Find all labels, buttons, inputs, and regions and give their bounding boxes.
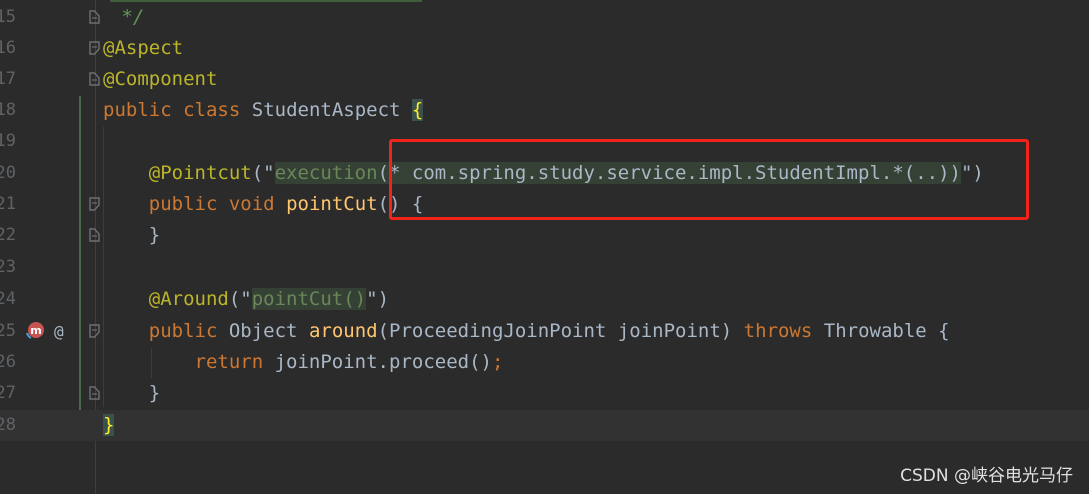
code-text: public void pointCut() {: [148, 193, 424, 215]
fold-end-icon[interactable]: [89, 72, 100, 86]
line-number: 21: [0, 194, 16, 214]
svg-text:m: m: [30, 324, 41, 337]
code-line[interactable]: 25 m @ public Object around(ProceedingJo…: [0, 316, 1089, 347]
line-number: 26: [0, 352, 16, 372]
line-number: 25: [0, 321, 16, 341]
code-text: public class StudentAspect {: [103, 99, 424, 121]
annotation-gutter-icon[interactable]: @: [54, 316, 64, 347]
code-text: return joinPoint.proceed();: [194, 351, 504, 373]
code-line[interactable]: 15 */: [0, 2, 1089, 33]
code-text: }: [148, 224, 161, 246]
code-line-current[interactable]: 28 }: [0, 410, 1089, 441]
watermark: CSDN @峡谷电光马仔: [900, 466, 1073, 486]
line-number: 19: [0, 131, 16, 151]
line-number: 17: [0, 69, 16, 89]
fold-end-icon[interactable]: [89, 228, 100, 242]
fold-end-icon[interactable]: [89, 386, 100, 400]
line-number: 24: [0, 289, 16, 309]
fold-start-icon[interactable]: [89, 41, 100, 55]
code-line[interactable]: 16 @Aspect: [0, 33, 1089, 64]
code-line[interactable]: 24 @Around("pointCut()"): [0, 284, 1089, 315]
code-text: @Around("pointCut()"): [148, 288, 390, 310]
line-number: 22: [0, 225, 16, 245]
code-text: @Aspect: [103, 37, 184, 59]
code-text: }: [103, 414, 115, 436]
line-number: 20: [0, 163, 16, 183]
code-line[interactable]: 17 @Component: [0, 64, 1089, 95]
code-line[interactable]: 27 }: [0, 378, 1089, 409]
code-text: public Object around(ProceedingJoinPoint…: [148, 320, 950, 342]
line-number: 28: [0, 415, 16, 435]
line-number: 23: [0, 257, 16, 277]
code-text: }: [148, 382, 161, 404]
code-line[interactable]: 23: [0, 252, 1089, 283]
method-icon[interactable]: m: [25, 320, 45, 340]
code-line[interactable]: 26 return joinPoint.proceed();: [0, 347, 1089, 378]
line-number: 16: [0, 38, 16, 58]
code-line[interactable]: 18 public class StudentAspect {: [0, 95, 1089, 126]
line-number: 18: [0, 100, 16, 120]
fold-start-icon[interactable]: [89, 197, 100, 211]
code-text: @Component: [103, 68, 218, 90]
code-line[interactable]: 22 }: [0, 220, 1089, 251]
line-number: 27: [0, 383, 16, 403]
line-number: 15: [0, 7, 16, 27]
fold-start-icon[interactable]: [89, 324, 100, 338]
highlight-box: [389, 139, 1029, 220]
code-text: */: [110, 6, 145, 28]
code-editor[interactable]: 15 */ 16 @Aspect 17 @Component 18 public…: [0, 0, 1089, 494]
fold-end-icon[interactable]: [89, 10, 100, 24]
